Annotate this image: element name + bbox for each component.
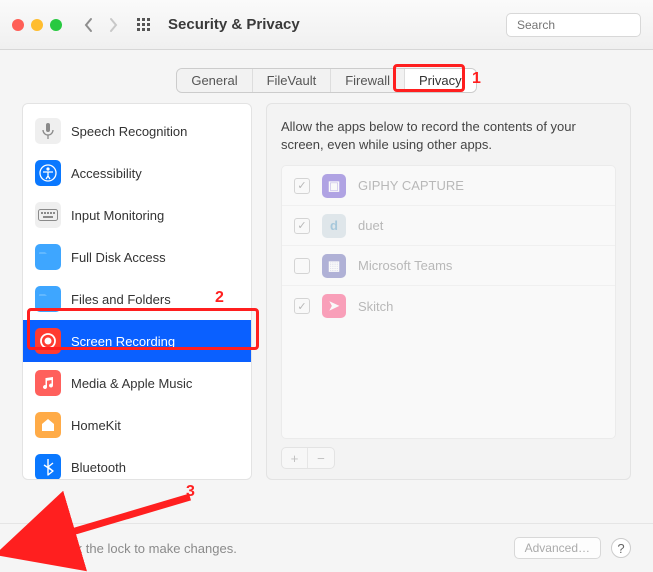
sidebar-item-homekit[interactable]: HomeKit <box>23 404 251 446</box>
tab-privacy[interactable]: Privacy <box>405 69 476 92</box>
folder-icon <box>35 286 61 312</box>
app-icon: ▣ <box>322 174 346 198</box>
sidebar-item-label: Accessibility <box>71 166 142 181</box>
help-button[interactable]: ? <box>611 538 631 558</box>
app-checkbox[interactable] <box>294 218 310 234</box>
zoom-icon[interactable] <box>50 19 62 31</box>
sidebar-item-accessibility[interactable]: Accessibility <box>23 152 251 194</box>
mic-icon <box>35 118 61 144</box>
advanced-button[interactable]: Advanced… <box>514 537 601 559</box>
app-checkbox[interactable] <box>294 178 310 194</box>
accessibility-icon <box>35 160 61 186</box>
chevron-right-icon <box>107 17 119 33</box>
tab-filevault[interactable]: FileVault <box>253 69 332 92</box>
home-icon <box>35 412 61 438</box>
search-field[interactable] <box>506 13 641 37</box>
tab-general[interactable]: General <box>177 69 252 92</box>
sidebar-item-speech-recognition[interactable]: Speech Recognition <box>23 110 251 152</box>
sidebar-item-bluetooth[interactable]: Bluetooth <box>23 446 251 480</box>
sidebar-item-label: Full Disk Access <box>71 250 166 265</box>
music-icon <box>35 370 61 396</box>
app-row[interactable]: d duet <box>282 206 615 246</box>
window-controls[interactable] <box>12 19 62 31</box>
app-icon: ▦ <box>322 254 346 278</box>
disk-icon <box>35 244 61 270</box>
sidebar-item-label: Input Monitoring <box>71 208 164 223</box>
sidebar-item-media-music[interactable]: Media & Apple Music <box>23 362 251 404</box>
toolbar: Security & Privacy <box>0 0 653 50</box>
lock-hint-text: Click the lock to make changes. <box>54 541 237 556</box>
app-icon: d <box>322 214 346 238</box>
tab-bar: General FileVault Firewall Privacy <box>0 50 653 103</box>
footer: Click the lock to make changes. Advanced… <box>0 523 653 572</box>
chevron-left-icon <box>83 17 95 33</box>
add-remove-row: + − <box>281 447 616 469</box>
sidebar-item-files-folders[interactable]: Files and Folders <box>23 278 251 320</box>
app-checkbox[interactable] <box>294 298 310 314</box>
content-area: Speech Recognition Accessibility Input M… <box>0 103 653 496</box>
sidebar-item-label: Speech Recognition <box>71 124 187 139</box>
app-checkbox[interactable] <box>294 258 310 274</box>
sidebar-item-label: Media & Apple Music <box>71 376 192 391</box>
remove-button[interactable]: − <box>308 448 334 468</box>
app-name: Skitch <box>358 299 393 314</box>
sidebar-item-label: Files and Folders <box>71 292 171 307</box>
sidebar-item-full-disk-access[interactable]: Full Disk Access <box>23 236 251 278</box>
app-name: Microsoft Teams <box>358 258 452 273</box>
nav-arrows <box>78 12 124 38</box>
detail-panel: Allow the apps below to record the conte… <box>266 103 631 480</box>
segmented-control: General FileVault Firewall Privacy <box>176 68 476 93</box>
tab-firewall[interactable]: Firewall <box>331 69 405 92</box>
app-name: duet <box>358 218 383 233</box>
sidebar-item-input-monitoring[interactable]: Input Monitoring <box>23 194 251 236</box>
close-icon[interactable] <box>12 19 24 31</box>
add-remove-control: + − <box>281 447 335 469</box>
grid-icon <box>136 17 152 33</box>
app-name: GIPHY CAPTURE <box>358 178 464 193</box>
sidebar-item-screen-recording[interactable]: Screen Recording <box>23 320 251 362</box>
app-icon: ➤ <box>322 294 346 318</box>
lock-button[interactable] <box>22 536 44 560</box>
panel-description: Allow the apps below to record the conte… <box>281 118 616 153</box>
sidebar-item-label: Screen Recording <box>71 334 175 349</box>
sidebar-item-label: Bluetooth <box>71 460 126 475</box>
keyboard-icon <box>35 202 61 228</box>
category-list[interactable]: Speech Recognition Accessibility Input M… <box>22 103 252 480</box>
app-row[interactable]: ➤ Skitch <box>282 286 615 326</box>
back-button[interactable] <box>78 12 100 38</box>
app-row[interactable]: ▣ GIPHY CAPTURE <box>282 166 615 206</box>
minimize-icon[interactable] <box>31 19 43 31</box>
record-icon <box>35 328 61 354</box>
app-list[interactable]: ▣ GIPHY CAPTURE d duet ▦ Microsoft Teams… <box>281 165 616 439</box>
show-all-button[interactable] <box>134 15 154 35</box>
app-row[interactable]: ▦ Microsoft Teams <box>282 246 615 286</box>
forward-button[interactable] <box>102 12 124 38</box>
add-button[interactable]: + <box>282 448 308 468</box>
search-input[interactable] <box>517 18 653 32</box>
bluetooth-icon <box>35 454 61 480</box>
sidebar-item-label: HomeKit <box>71 418 121 433</box>
lock-icon <box>23 538 43 560</box>
page-title: Security & Privacy <box>168 16 300 33</box>
